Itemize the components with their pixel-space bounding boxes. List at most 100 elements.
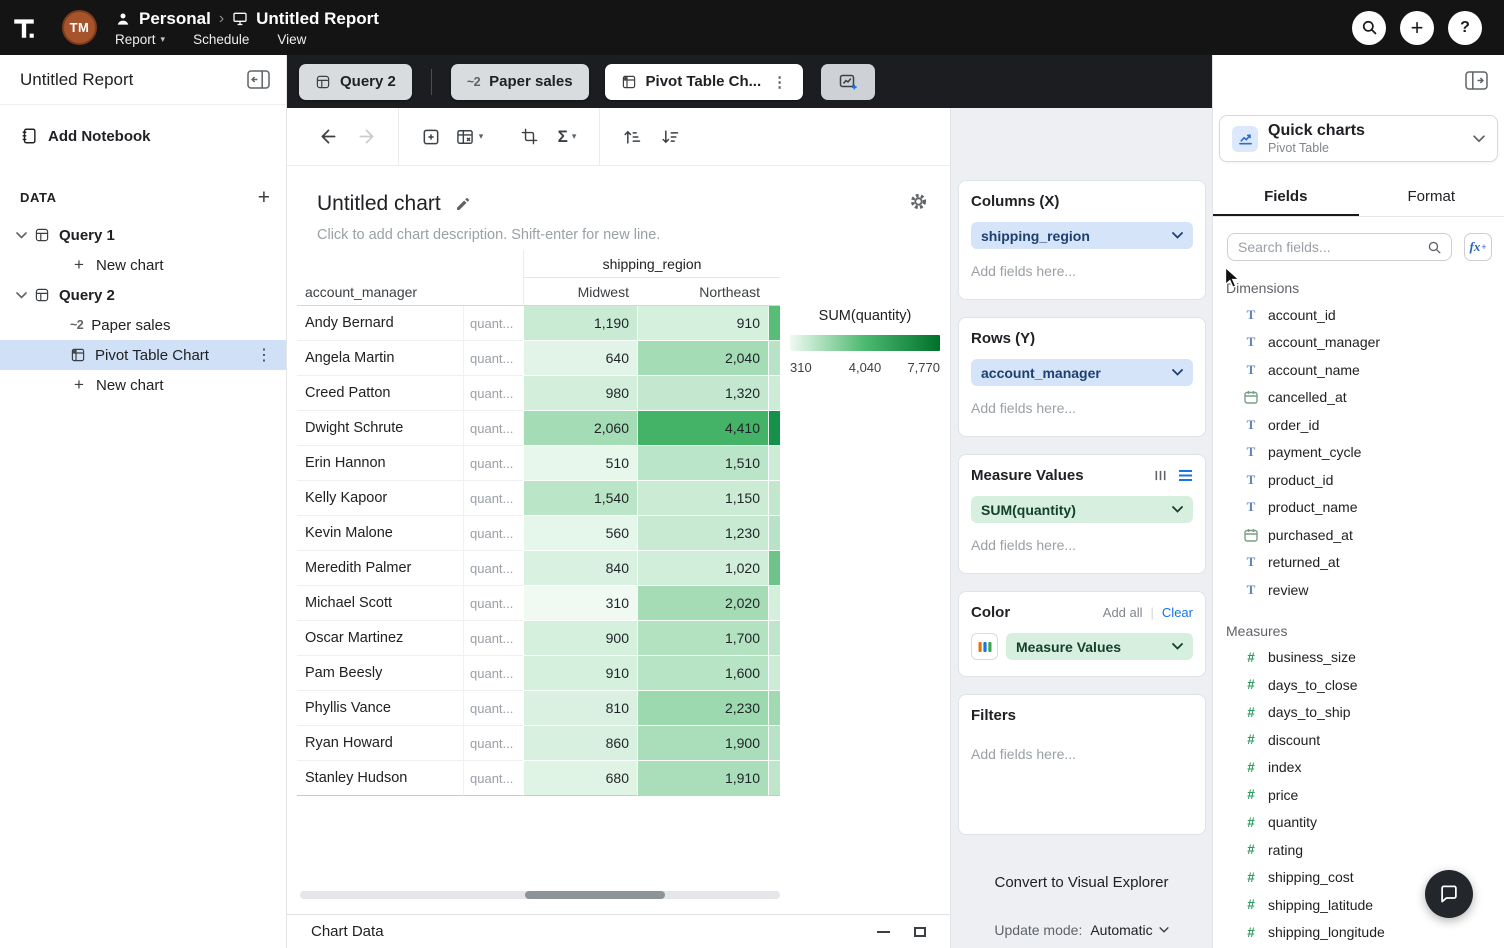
- pivot-cell[interactable]: 2,020: [637, 586, 768, 621]
- pivot-cell[interactable]: 910: [637, 306, 768, 341]
- color-field-pill[interactable]: Measure Values: [1006, 633, 1193, 660]
- field-rating[interactable]: #rating: [1213, 836, 1504, 864]
- chart-settings-button[interactable]: [909, 192, 928, 211]
- pivot-cell[interactable]: 900: [523, 621, 637, 656]
- measure-field-pill[interactable]: SUM(quantity): [971, 496, 1193, 523]
- pivot-cell[interactable]: 1,910: [637, 761, 768, 796]
- update-mode-dropdown[interactable]: Automatic: [1090, 922, 1168, 938]
- pivot-cell[interactable]: 980: [523, 376, 637, 411]
- menu-report[interactable]: Report▾: [115, 32, 165, 47]
- color-clear-button[interactable]: Clear: [1162, 605, 1193, 620]
- color-swatch-button[interactable]: [971, 633, 998, 660]
- sidebar-item-new-chart-1[interactable]: +New chart: [0, 250, 286, 280]
- measure-columns-layout-button[interactable]: [1154, 469, 1167, 482]
- measure-rows-layout-button[interactable]: [1178, 469, 1193, 482]
- aggregate-button[interactable]: Σ ▾: [548, 118, 586, 156]
- menu-view[interactable]: View: [277, 32, 306, 47]
- field-product-id[interactable]: Tproduct_id: [1213, 466, 1504, 494]
- expand-panel-button[interactable]: [914, 927, 926, 937]
- chart-description-placeholder[interactable]: Click to add chart description. Shift-en…: [317, 227, 950, 243]
- breadcrumb-report-title[interactable]: Untitled Report: [256, 9, 379, 29]
- columns-field-pill[interactable]: shipping_region: [971, 222, 1193, 249]
- pivot-cell[interactable]: 1,190: [523, 306, 637, 341]
- add-block-button[interactable]: [412, 118, 450, 156]
- field-product-name[interactable]: Tproduct_name: [1213, 494, 1504, 522]
- pivot-cell[interactable]: 2,060: [523, 411, 637, 446]
- pivot-column-header-northeast[interactable]: Northeast: [637, 278, 768, 306]
- tab-pivot-table-ch[interactable]: Pivot Table Ch...⋮: [605, 64, 804, 100]
- field-index[interactable]: #index: [1213, 754, 1504, 782]
- pivot-row-field-header[interactable]: account_manager: [297, 278, 523, 306]
- horizontal-scrollbar[interactable]: [300, 891, 780, 899]
- pivot-cell[interactable]: 910: [523, 656, 637, 691]
- tab-fields[interactable]: Fields: [1213, 180, 1359, 216]
- kebab-menu-icon[interactable]: ⋮: [256, 345, 272, 365]
- add-button[interactable]: +: [1400, 11, 1434, 45]
- tab-query-2[interactable]: Query 2: [299, 64, 412, 100]
- sidebar-item-query-1[interactable]: Query 1: [0, 220, 286, 250]
- remove-column-button[interactable]: ▾: [450, 118, 488, 156]
- undo-button[interactable]: [309, 118, 347, 156]
- pivot-cell[interactable]: 2,040: [637, 341, 768, 376]
- field-account-name[interactable]: Taccount_name: [1213, 356, 1504, 384]
- user-avatar[interactable]: TM: [62, 10, 97, 45]
- pivot-cell[interactable]: 840: [523, 551, 637, 586]
- field-account-id[interactable]: Taccount_id: [1213, 301, 1504, 329]
- breadcrumb-workspace[interactable]: Personal: [139, 9, 211, 29]
- app-logo[interactable]: [0, 0, 48, 55]
- pivot-cell[interactable]: 1,230: [637, 516, 768, 551]
- pivot-cell[interactable]: 310: [523, 586, 637, 621]
- sidebar-item-query-2[interactable]: Query 2: [0, 280, 286, 310]
- field-account-manager[interactable]: Taccount_manager: [1213, 329, 1504, 357]
- field-days-to-ship[interactable]: #days_to_ship: [1213, 699, 1504, 727]
- pivot-cell[interactable]: 1,510: [637, 446, 768, 481]
- pivot-cell[interactable]: 1,320: [637, 376, 768, 411]
- collapse-sidebar-button[interactable]: [247, 70, 270, 89]
- transform-button[interactable]: [510, 118, 548, 156]
- sort-ascending-button[interactable]: [613, 118, 651, 156]
- tab-paper-sales[interactable]: ~2Paper sales: [451, 64, 589, 100]
- search-button[interactable]: [1352, 11, 1386, 45]
- filters-drop-zone[interactable]: Add fields here...: [971, 746, 1193, 818]
- pivot-cell[interactable]: 810: [523, 691, 637, 726]
- rows-field-pill[interactable]: account_manager: [971, 359, 1193, 386]
- menu-schedule[interactable]: Schedule: [193, 32, 249, 47]
- field-order-id[interactable]: Torder_id: [1213, 411, 1504, 439]
- expand-right-panel-button[interactable]: [1465, 71, 1488, 90]
- rows-drop-zone[interactable]: Add fields here...: [971, 400, 1193, 420]
- add-data-button[interactable]: +: [258, 187, 270, 208]
- field-review[interactable]: Treview: [1213, 576, 1504, 604]
- quick-charts-selector[interactable]: Quick charts Pivot Table: [1219, 115, 1498, 162]
- field-purchased-at[interactable]: purchased_at: [1213, 521, 1504, 549]
- field-search-input[interactable]: [1238, 239, 1419, 255]
- redo-button[interactable]: [347, 118, 385, 156]
- field-shipping-longitude[interactable]: #shipping_longitude: [1213, 919, 1504, 947]
- field-discount[interactable]: #discount: [1213, 726, 1504, 754]
- pivot-cell[interactable]: 1,900: [637, 726, 768, 761]
- add-notebook-button[interactable]: Add Notebook: [0, 105, 286, 145]
- sidebar-item-new-chart-5[interactable]: +New chart: [0, 370, 286, 400]
- help-button[interactable]: ?: [1448, 11, 1482, 45]
- kebab-menu-icon[interactable]: ⋮: [772, 73, 787, 91]
- pivot-cell[interactable]: 2,230: [637, 691, 768, 726]
- pivot-cell[interactable]: 1,600: [637, 656, 768, 691]
- new-chart-tab-button[interactable]: [821, 64, 875, 100]
- sidebar-item-paper-sales[interactable]: ~2Paper sales: [0, 310, 286, 340]
- color-add-all-button[interactable]: Add all: [1103, 605, 1143, 620]
- convert-to-visual-explorer-button[interactable]: Convert to Visual Explorer: [951, 874, 1212, 891]
- columns-drop-zone[interactable]: Add fields here...: [971, 263, 1193, 283]
- pivot-cell[interactable]: 1,020: [637, 551, 768, 586]
- pivot-cell[interactable]: 680: [523, 761, 637, 796]
- pivot-cell[interactable]: 510: [523, 446, 637, 481]
- sidebar-item-pivot-table-chart[interactable]: Pivot Table Chart⋮: [0, 340, 286, 370]
- edit-title-button[interactable]: [455, 196, 471, 212]
- minimize-panel-button[interactable]: [877, 931, 890, 933]
- chart-title[interactable]: Untitled chart: [317, 192, 441, 216]
- pivot-cell[interactable]: 4,410: [637, 411, 768, 446]
- pivot-cell[interactable]: 1,540: [523, 481, 637, 516]
- field-quantity[interactable]: #quantity: [1213, 809, 1504, 837]
- pivot-column-header-midwest[interactable]: Midwest: [523, 278, 637, 306]
- field-returned-at[interactable]: Treturned_at: [1213, 549, 1504, 577]
- measures-drop-zone[interactable]: Add fields here...: [971, 537, 1193, 557]
- field-days-to-close[interactable]: #days_to_close: [1213, 671, 1504, 699]
